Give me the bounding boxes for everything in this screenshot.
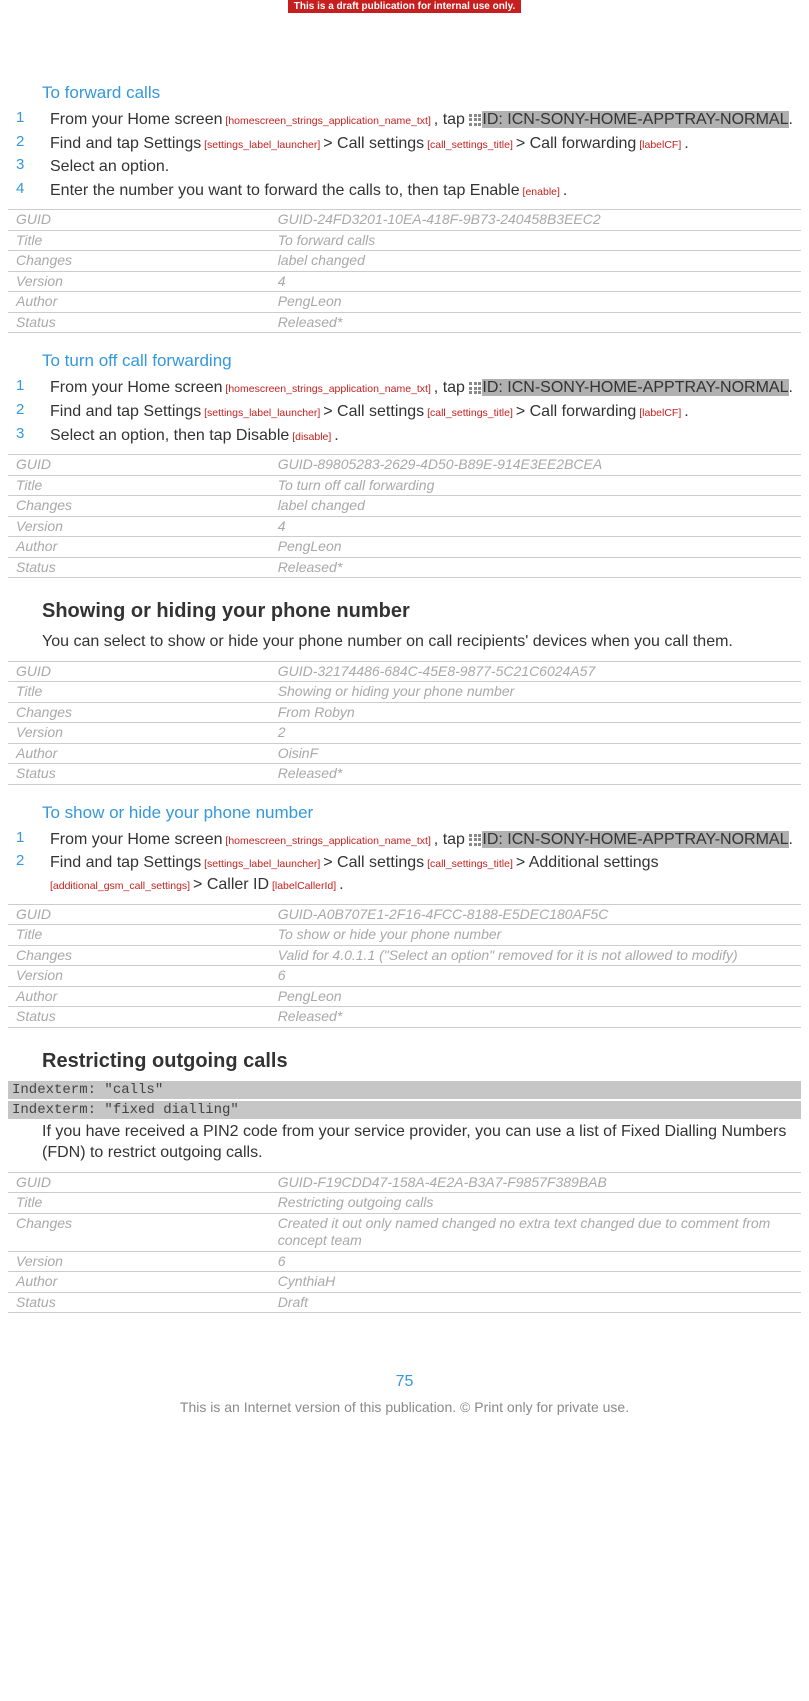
step-number: 3 [8, 156, 50, 173]
meta-table-showhide-intro: GUIDGUID-32174486-684C-45E8-9877-5C21C60… [8, 661, 801, 785]
step-number: 1 [8, 829, 50, 846]
string-tag: [enable] [520, 186, 563, 198]
string-tag: [disable] [289, 431, 334, 443]
string-tag: [homescreen_strings_application_name_txt… [223, 383, 434, 395]
step-number: 2 [8, 133, 50, 150]
steps-turnoff: 1From your Home screen [homescreen_strin… [8, 377, 801, 446]
step-number: 1 [8, 109, 50, 126]
string-tag: [homescreen_strings_application_name_txt… [223, 115, 434, 127]
string-tag: [call_settings_title] [424, 139, 516, 151]
heading-forward-calls: To forward calls [42, 83, 801, 103]
string-tag: [settings_label_launcher] [201, 858, 323, 870]
footer-text: This is an Internet version of this publ… [8, 1399, 801, 1415]
step-text: Find and tap Settings [settings_label_la… [50, 852, 801, 895]
body-show-hide: You can select to show or hide your phon… [42, 631, 801, 653]
string-tag: [labelCF] [636, 407, 684, 419]
step-text: Find and tap Settings [settings_label_la… [50, 401, 801, 423]
step-text: Select an option. [50, 156, 801, 178]
string-tag: [call_settings_title] [424, 858, 516, 870]
step-text: Enter the number you want to forward the… [50, 180, 801, 202]
icon-id-tag: ID: ICN-SONY-HOME-APPTRAY-NORMAL [482, 379, 788, 396]
apptray-icon [469, 382, 481, 394]
meta-table-forward: GUIDGUID-24FD3201-10EA-418F-9B73-240458B… [8, 209, 801, 333]
step-text: From your Home screen [homescreen_string… [50, 109, 801, 131]
icon-id-tag: ID: ICN-SONY-HOME-APPTRAY-NORMAL [482, 111, 788, 128]
string-tag: [additional_gsm_call_settings] [50, 880, 193, 892]
apptray-icon [469, 834, 481, 846]
icon-id-tag: ID: ICN-SONY-HOME-APPTRAY-NORMAL [482, 831, 788, 848]
steps-showhide: 1From your Home screen [homescreen_strin… [8, 829, 801, 896]
step-number: 2 [8, 401, 50, 418]
string-tag: [settings_label_launcher] [201, 139, 323, 151]
step-number: 4 [8, 180, 50, 197]
step-text: Find and tap Settings [settings_label_la… [50, 133, 801, 155]
string-tag: [homescreen_strings_application_name_txt… [223, 835, 434, 847]
meta-table-turnoff: GUIDGUID-89805283-2629-4D50-B89E-914E3EE… [8, 454, 801, 578]
indexterm: Indexterm: "fixed dialling" [8, 1101, 801, 1119]
apptray-icon [469, 114, 481, 126]
indexterm: Indexterm: "calls" [8, 1081, 801, 1099]
heading-show-hide-proc: To show or hide your phone number [42, 803, 801, 823]
string-tag: [settings_label_launcher] [201, 407, 323, 419]
string-tag: [labelCallerId] [269, 880, 339, 892]
step-number: 3 [8, 425, 50, 442]
step-text: Select an option, then tap Disable [disa… [50, 425, 801, 447]
draft-banner: This is a draft publication for internal… [288, 0, 522, 13]
meta-table-restrict: GUIDGUID-F19CDD47-158A-4E2A-B3A7-F9857F3… [8, 1172, 801, 1314]
step-number: 2 [8, 852, 50, 869]
heading-restrict: Restricting outgoing calls [42, 1050, 801, 1073]
heading-turnoff-forwarding: To turn off call forwarding [42, 351, 801, 371]
page-number: 75 [8, 1373, 801, 1391]
meta-table-showhide: GUIDGUID-A0B707E1-2F16-4FCC-8188-E5DEC18… [8, 904, 801, 1028]
string-tag: [call_settings_title] [424, 407, 516, 419]
step-number: 1 [8, 377, 50, 394]
step-text: From your Home screen [homescreen_string… [50, 829, 801, 851]
string-tag: [labelCF] [636, 139, 684, 151]
heading-show-hide-section: Showing or hiding your phone number [42, 600, 801, 623]
body-restrict: If you have received a PIN2 code from yo… [42, 1121, 801, 1164]
steps-forward-calls: 1From your Home screen [homescreen_strin… [8, 109, 801, 201]
step-text: From your Home screen [homescreen_string… [50, 377, 801, 399]
